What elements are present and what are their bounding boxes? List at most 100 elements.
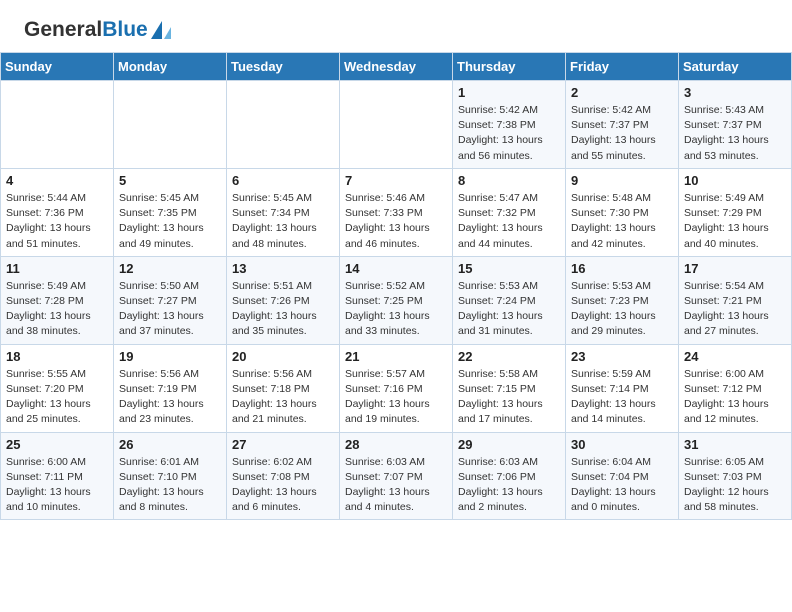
- calendar-cell: 26 Sunrise: 6:01 AM Sunset: 7:10 PM Dayli…: [114, 432, 227, 520]
- calendar-cell: 19 Sunrise: 5:56 AM Sunset: 7:19 PM Dayli…: [114, 344, 227, 432]
- weekday-header-saturday: Saturday: [679, 53, 792, 81]
- day-number: 25: [6, 437, 108, 452]
- calendar-cell: 12 Sunrise: 5:50 AM Sunset: 7:27 PM Dayli…: [114, 256, 227, 344]
- calendar-cell: 22Sunrise: 5:58 AM Sunset: 7:15 PM Dayli…: [453, 344, 566, 432]
- day-info: Sunrise: 5:56 AM Sunset: 7:19 PM Dayligh…: [119, 367, 221, 428]
- day-info: Sunrise: 5:43 AM Sunset: 7:37 PM Dayligh…: [684, 103, 786, 164]
- day-info: Sunrise: 5:49 AM Sunset: 7:29 PM Dayligh…: [684, 191, 786, 252]
- day-number: 26: [119, 437, 221, 452]
- calendar-cell: [114, 81, 227, 169]
- day-number: 11: [6, 261, 108, 276]
- day-info: Sunrise: 6:04 AM Sunset: 7:04 PM Dayligh…: [571, 455, 673, 516]
- calendar-header: SundayMondayTuesdayWednesdayThursdayFrid…: [1, 53, 792, 81]
- day-info: Sunrise: 5:59 AM Sunset: 7:14 PM Dayligh…: [571, 367, 673, 428]
- day-number: 16: [571, 261, 673, 276]
- calendar-cell: 15 Sunrise: 5:53 AM Sunset: 7:24 PM Dayli…: [453, 256, 566, 344]
- calendar-cell: [227, 81, 340, 169]
- calendar-cell: 29Sunrise: 6:03 AM Sunset: 7:06 PM Dayli…: [453, 432, 566, 520]
- calendar-cell: [340, 81, 453, 169]
- triangle-big-icon: [151, 21, 162, 39]
- day-info: Sunrise: 5:49 AM Sunset: 7:28 PM Dayligh…: [6, 279, 108, 340]
- day-info: Sunrise: 5:47 AM Sunset: 7:32 PM Dayligh…: [458, 191, 560, 252]
- day-info: Sunrise: 5:45 AM Sunset: 7:35 PM Dayligh…: [119, 191, 221, 252]
- day-number: 3: [684, 85, 786, 100]
- weekday-header-tuesday: Tuesday: [227, 53, 340, 81]
- day-number: 19: [119, 349, 221, 364]
- calendar-cell: 10 Sunrise: 5:49 AM Sunset: 7:29 PM Dayli…: [679, 168, 792, 256]
- page-header: GeneralBlue: [0, 0, 792, 52]
- day-info: Sunrise: 5:53 AM Sunset: 7:24 PM Dayligh…: [458, 279, 560, 340]
- day-info: Sunrise: 5:55 AM Sunset: 7:20 PM Dayligh…: [6, 367, 108, 428]
- day-info: Sunrise: 6:03 AM Sunset: 7:06 PM Dayligh…: [458, 455, 560, 516]
- day-number: 13: [232, 261, 334, 276]
- day-number: 27: [232, 437, 334, 452]
- calendar-cell: 4Sunrise: 5:44 AM Sunset: 7:36 PM Daylig…: [1, 168, 114, 256]
- day-number: 23: [571, 349, 673, 364]
- calendar-cell: 7 Sunrise: 5:46 AM Sunset: 7:33 PM Daylig…: [340, 168, 453, 256]
- day-number: 12: [119, 261, 221, 276]
- weekday-header-wednesday: Wednesday: [340, 53, 453, 81]
- day-number: 7: [345, 173, 447, 188]
- weekday-header-sunday: Sunday: [1, 53, 114, 81]
- calendar-cell: 9Sunrise: 5:48 AM Sunset: 7:30 PM Daylig…: [566, 168, 679, 256]
- day-info: Sunrise: 5:54 AM Sunset: 7:21 PM Dayligh…: [684, 279, 786, 340]
- day-info: Sunrise: 6:02 AM Sunset: 7:08 PM Dayligh…: [232, 455, 334, 516]
- week-row-4: 18 Sunrise: 5:55 AM Sunset: 7:20 PM Dayli…: [1, 344, 792, 432]
- calendar-cell: 5 Sunrise: 5:45 AM Sunset: 7:35 PM Daylig…: [114, 168, 227, 256]
- calendar-table: SundayMondayTuesdayWednesdayThursdayFrid…: [0, 52, 792, 520]
- day-number: 15: [458, 261, 560, 276]
- day-number: 1: [458, 85, 560, 100]
- calendar-cell: 6 Sunrise: 5:45 AM Sunset: 7:34 PM Daylig…: [227, 168, 340, 256]
- day-info: Sunrise: 6:05 AM Sunset: 7:03 PM Dayligh…: [684, 455, 786, 516]
- day-number: 6: [232, 173, 334, 188]
- day-info: Sunrise: 6:03 AM Sunset: 7:07 PM Dayligh…: [345, 455, 447, 516]
- day-info: Sunrise: 5:58 AM Sunset: 7:15 PM Dayligh…: [458, 367, 560, 428]
- day-number: 18: [6, 349, 108, 364]
- day-info: Sunrise: 5:57 AM Sunset: 7:16 PM Dayligh…: [345, 367, 447, 428]
- day-number: 5: [119, 173, 221, 188]
- calendar-cell: [1, 81, 114, 169]
- day-info: Sunrise: 5:51 AM Sunset: 7:26 PM Dayligh…: [232, 279, 334, 340]
- logo-text: GeneralBlue: [24, 18, 148, 42]
- week-row-1: 1 Sunrise: 5:42 AM Sunset: 7:38 PM Daylig…: [1, 81, 792, 169]
- day-number: 10: [684, 173, 786, 188]
- day-info: Sunrise: 5:44 AM Sunset: 7:36 PM Dayligh…: [6, 191, 108, 252]
- day-number: 2: [571, 85, 673, 100]
- logo: GeneralBlue: [24, 18, 171, 42]
- week-row-2: 4Sunrise: 5:44 AM Sunset: 7:36 PM Daylig…: [1, 168, 792, 256]
- day-info: Sunrise: 5:56 AM Sunset: 7:18 PM Dayligh…: [232, 367, 334, 428]
- day-info: Sunrise: 5:50 AM Sunset: 7:27 PM Dayligh…: [119, 279, 221, 340]
- calendar-cell: 28Sunrise: 6:03 AM Sunset: 7:07 PM Dayli…: [340, 432, 453, 520]
- day-info: Sunrise: 5:42 AM Sunset: 7:38 PM Dayligh…: [458, 103, 560, 164]
- day-info: Sunrise: 5:48 AM Sunset: 7:30 PM Dayligh…: [571, 191, 673, 252]
- day-info: Sunrise: 5:45 AM Sunset: 7:34 PM Dayligh…: [232, 191, 334, 252]
- day-info: Sunrise: 5:46 AM Sunset: 7:33 PM Dayligh…: [345, 191, 447, 252]
- week-row-5: 25Sunrise: 6:00 AM Sunset: 7:11 PM Dayli…: [1, 432, 792, 520]
- calendar-cell: 27 Sunrise: 6:02 AM Sunset: 7:08 PM Dayli…: [227, 432, 340, 520]
- calendar-cell: 14 Sunrise: 5:52 AM Sunset: 7:25 PM Dayli…: [340, 256, 453, 344]
- day-number: 30: [571, 437, 673, 452]
- calendar-cell: 25Sunrise: 6:00 AM Sunset: 7:11 PM Dayli…: [1, 432, 114, 520]
- day-number: 14: [345, 261, 447, 276]
- calendar-cell: 21Sunrise: 5:57 AM Sunset: 7:16 PM Dayli…: [340, 344, 453, 432]
- calendar-cell: 16 Sunrise: 5:53 AM Sunset: 7:23 PM Dayli…: [566, 256, 679, 344]
- day-info: Sunrise: 5:53 AM Sunset: 7:23 PM Dayligh…: [571, 279, 673, 340]
- calendar-cell: 2 Sunrise: 5:42 AM Sunset: 7:37 PM Daylig…: [566, 81, 679, 169]
- calendar-cell: 24Sunrise: 6:00 AM Sunset: 7:12 PM Dayli…: [679, 344, 792, 432]
- day-info: Sunrise: 6:01 AM Sunset: 7:10 PM Dayligh…: [119, 455, 221, 516]
- day-number: 24: [684, 349, 786, 364]
- weekday-header-friday: Friday: [566, 53, 679, 81]
- calendar-cell: 1 Sunrise: 5:42 AM Sunset: 7:38 PM Daylig…: [453, 81, 566, 169]
- day-info: Sunrise: 5:52 AM Sunset: 7:25 PM Dayligh…: [345, 279, 447, 340]
- day-number: 8: [458, 173, 560, 188]
- day-info: Sunrise: 5:42 AM Sunset: 7:37 PM Dayligh…: [571, 103, 673, 164]
- day-number: 20: [232, 349, 334, 364]
- week-row-3: 11 Sunrise: 5:49 AM Sunset: 7:28 PM Dayli…: [1, 256, 792, 344]
- weekday-header-thursday: Thursday: [453, 53, 566, 81]
- triangle-small-icon: [164, 27, 171, 39]
- calendar-cell: 31Sunrise: 6:05 AM Sunset: 7:03 PM Dayli…: [679, 432, 792, 520]
- calendar-cell: 17Sunrise: 5:54 AM Sunset: 7:21 PM Dayli…: [679, 256, 792, 344]
- calendar-cell: 20 Sunrise: 5:56 AM Sunset: 7:18 PM Dayli…: [227, 344, 340, 432]
- calendar-cell: 23 Sunrise: 5:59 AM Sunset: 7:14 PM Dayli…: [566, 344, 679, 432]
- weekday-header-row: SundayMondayTuesdayWednesdayThursdayFrid…: [1, 53, 792, 81]
